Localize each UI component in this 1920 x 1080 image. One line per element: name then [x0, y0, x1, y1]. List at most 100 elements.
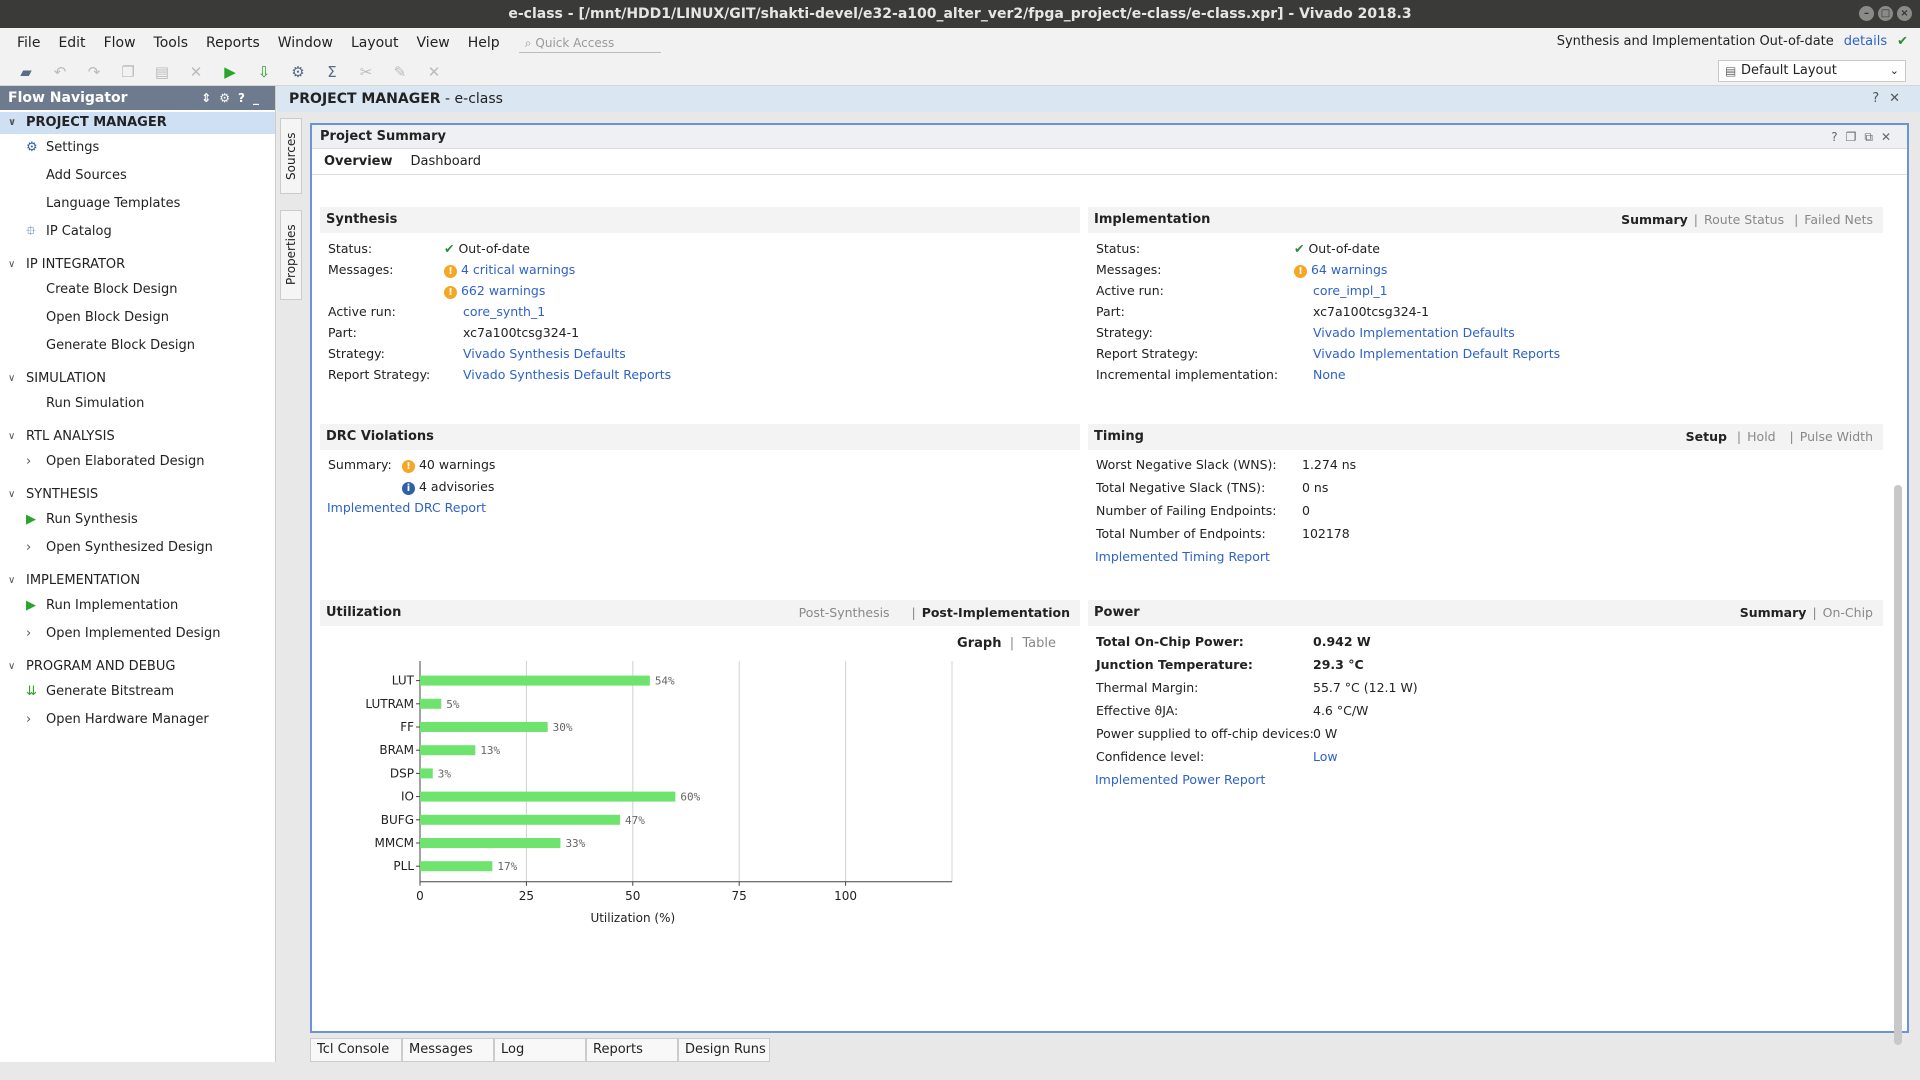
menu-window[interactable]: Window [269, 35, 342, 51]
tab-reports[interactable]: Reports [586, 1038, 678, 1062]
chevron-down-icon[interactable]: ∨ [8, 426, 15, 448]
drc-report-link[interactable]: Implemented DRC Report [327, 500, 486, 515]
flow-item-ip-catalog[interactable]: ⯐ IP Catalog [0, 218, 275, 246]
paste-icon[interactable]: ▤ [152, 62, 172, 82]
synth-report-link[interactable]: Vivado Synthesis Default Reports [463, 367, 671, 382]
menu-file[interactable]: File [8, 35, 49, 51]
tab-properties[interactable]: Properties [280, 210, 302, 300]
flow-item-language-templates[interactable]: Language Templates [0, 190, 275, 218]
flow-item-open-block-design[interactable]: Open Block Design [0, 304, 275, 332]
chevron-down-icon[interactable]: ∨ [8, 484, 15, 506]
impl-report-link[interactable]: Vivado Implementation Default Reports [1313, 346, 1560, 361]
open-project-icon[interactable]: ▰ [16, 62, 36, 82]
flow-item-add-sources[interactable]: Add Sources [0, 162, 275, 190]
tab-log[interactable]: Log [494, 1038, 586, 1062]
flow-item-settings[interactable]: ⚙ Settings [0, 134, 275, 162]
view-graph[interactable]: Graph [957, 636, 1001, 651]
quick-access-input[interactable]: ⌕ Quick Access [518, 33, 661, 53]
chevron-down-icon[interactable]: ∨ [8, 656, 15, 678]
synth-warnings-link[interactable]: 662 warnings [461, 283, 545, 298]
flow-item-open-synthesized-design[interactable]: › Open Synthesized Design [0, 534, 275, 562]
delete-icon[interactable]: ✕ [186, 62, 206, 82]
confidence-level-link[interactable]: Low [1313, 749, 1338, 764]
redo-icon[interactable]: ↷ [84, 62, 104, 82]
flow-item-create-block-design[interactable]: Create Block Design [0, 276, 275, 304]
settings-gear-icon[interactable]: ⚙ [288, 62, 308, 82]
menu-reports[interactable]: Reports [197, 35, 269, 51]
timing-tab-pulse-width[interactable]: Pulse Width [1800, 424, 1873, 450]
panel-window-controls[interactable]: ?❐⧉✕ [1831, 125, 1899, 149]
menu-edit[interactable]: Edit [49, 35, 94, 51]
impl-tab-failed-nets[interactable]: Failed Nets [1804, 207, 1873, 233]
vertical-scrollbar[interactable] [1893, 185, 1903, 1045]
util-tab-post-synthesis[interactable]: Post-Synthesis [799, 600, 890, 626]
menu-flow[interactable]: Flow [95, 35, 145, 51]
synth-critical-link[interactable]: 4 critical warnings [461, 262, 575, 277]
menu-layout[interactable]: Layout [342, 35, 408, 51]
chevron-down-icon[interactable]: ∨ [8, 368, 15, 390]
flow-item-run-synthesis[interactable]: ▶ Run Synthesis [0, 506, 275, 534]
flow-item-open-hardware-manager[interactable]: › Open Hardware Manager [0, 706, 275, 734]
flow-section-rtl-analysis[interactable]: ∨ RTL ANALYSIS [0, 426, 275, 448]
synth-strategy-link[interactable]: Vivado Synthesis Defaults [463, 346, 626, 361]
close-button[interactable]: × [1897, 6, 1912, 21]
undo-icon[interactable]: ↶ [50, 62, 70, 82]
flow-item-open-elaborated-design[interactable]: › Open Elaborated Design [0, 448, 275, 476]
copy-icon[interactable]: ❐ [118, 62, 138, 82]
power-tab-summary[interactable]: Summary [1740, 600, 1807, 626]
impl-run-link[interactable]: core_impl_1 [1313, 283, 1388, 298]
menu-view[interactable]: View [408, 35, 459, 51]
flow-item-generate-block-design[interactable]: Generate Block Design [0, 332, 275, 360]
value-label: 13% [480, 744, 500, 757]
flow-section-simulation[interactable]: ∨ SIMULATION [0, 368, 275, 390]
flow-item-open-implemented-design[interactable]: › Open Implemented Design [0, 620, 275, 648]
pm-header-controls[interactable]: ?✕ [1872, 86, 1910, 112]
layout-select[interactable]: ▤ Default Layout ⌄ [1718, 60, 1906, 82]
tab-messages[interactable]: Messages [402, 1038, 494, 1062]
flow-section-project-manager[interactable]: ∨ PROJECT MANAGER [0, 112, 275, 134]
details-link[interactable]: details [1844, 34, 1887, 49]
power-report-link[interactable]: Implemented Power Report [1095, 772, 1265, 787]
layout-select-value: Default Layout [1741, 63, 1837, 78]
flow-section-ip-integrator[interactable]: ∨ IP INTEGRATOR [0, 254, 275, 276]
synth-strategy-label: Strategy: [328, 346, 385, 361]
sigma-icon[interactable]: Σ [322, 62, 342, 82]
menu-tools[interactable]: Tools [145, 35, 198, 51]
maximize-button[interactable]: □ [1878, 6, 1893, 21]
impl-strategy-link[interactable]: Vivado Implementation Defaults [1313, 325, 1515, 340]
flow-section-implementation[interactable]: ∨ IMPLEMENTATION [0, 570, 275, 592]
impl-tab-route-status[interactable]: Route Status [1704, 207, 1784, 233]
flow-navigator-controls[interactable]: ⇕⚙?_ [201, 86, 267, 110]
impl-warnings-link[interactable]: 64 warnings [1311, 262, 1387, 277]
pencil-icon[interactable]: ✎ [390, 62, 410, 82]
util-tab-post-implementation[interactable]: Post-Implementation [922, 600, 1070, 626]
minimize-button[interactable]: – [1859, 6, 1874, 21]
timing-report-link[interactable]: Implemented Timing Report [1095, 549, 1270, 564]
scrollbar-thumb[interactable] [1894, 485, 1902, 1045]
tab-tcl-console[interactable]: Tcl Console [310, 1038, 402, 1062]
power-tab-on-chip[interactable]: On-Chip [1823, 600, 1873, 626]
impl-tab-summary[interactable]: Summary [1621, 207, 1688, 233]
chevron-down-icon[interactable]: ∨ [8, 112, 16, 134]
timing-tab-hold[interactable]: Hold [1747, 424, 1775, 450]
flow-section-program-and-debug[interactable]: ∨ PROGRAM AND DEBUG [0, 656, 275, 678]
bitstream-icon[interactable]: ⇩ [254, 62, 274, 82]
menu-help[interactable]: Help [459, 35, 509, 51]
timing-tab-setup[interactable]: Setup [1686, 424, 1727, 450]
tab-dashboard[interactable]: Dashboard [411, 149, 482, 174]
tab-design-runs[interactable]: Design Runs [678, 1038, 770, 1062]
view-table[interactable]: Table [1022, 636, 1056, 651]
tab-sources[interactable]: Sources [280, 118, 302, 194]
tool-icon[interactable]: ✂ [356, 62, 376, 82]
flow-section-synthesis[interactable]: ∨ SYNTHESIS [0, 484, 275, 506]
run-icon[interactable]: ▶ [220, 62, 240, 82]
flow-item-run-simulation[interactable]: Run Simulation [0, 390, 275, 418]
cancel-icon[interactable]: ✕ [424, 62, 444, 82]
synth-run-link[interactable]: core_synth_1 [463, 304, 545, 319]
flow-item-generate-bitstream[interactable]: ⇊ Generate Bitstream [0, 678, 275, 706]
tab-overview[interactable]: Overview [324, 149, 393, 174]
flow-item-run-implementation[interactable]: ▶ Run Implementation [0, 592, 275, 620]
chevron-down-icon[interactable]: ∨ [8, 570, 15, 592]
chevron-down-icon[interactable]: ∨ [8, 254, 15, 276]
impl-incremental-link[interactable]: None [1313, 367, 1346, 382]
